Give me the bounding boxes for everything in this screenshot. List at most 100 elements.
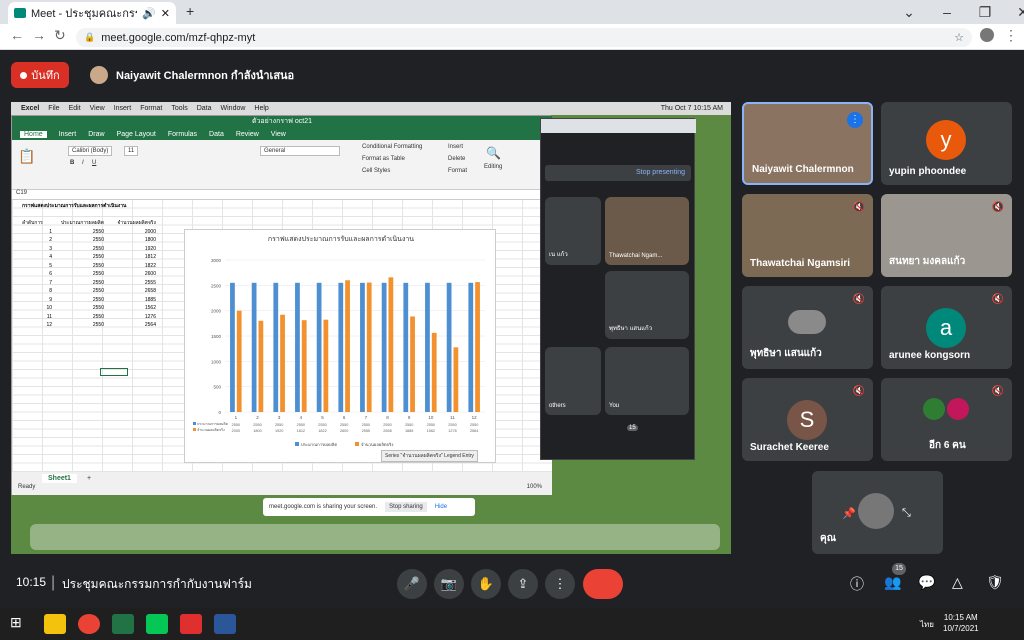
formula-bar[interactable]: C19 [12, 190, 552, 200]
profile-avatar[interactable] [980, 28, 994, 42]
tab-home[interactable]: Home [20, 130, 47, 138]
bar-forecast[interactable] [360, 282, 365, 412]
bar-actual[interactable] [431, 332, 437, 412]
minimize-button[interactable]: – [934, 4, 960, 21]
omnibox[interactable]: 🔒 meet.google.com/mzf-qhpz-myt ☆ [76, 28, 972, 47]
bar-forecast[interactable] [425, 282, 430, 412]
bar-forecast[interactable] [446, 282, 452, 412]
back-icon[interactable]: ← [10, 27, 24, 43]
stop-presenting-button[interactable]: Stop presenting [545, 165, 691, 181]
insert-cells-button[interactable]: Insert [448, 144, 463, 150]
tab-page-layout[interactable]: Page Layout [117, 131, 156, 138]
bar-actual[interactable] [236, 310, 242, 412]
bar-forecast[interactable] [273, 282, 279, 412]
new-tab-button[interactable]: + [186, 3, 194, 19]
delete-cells-button[interactable]: Delete [448, 156, 465, 162]
hide-button[interactable]: Hide [435, 504, 447, 510]
mic-button[interactable]: 🎤 [397, 569, 427, 599]
bar-forecast[interactable] [230, 282, 235, 412]
bar-forecast[interactable] [403, 282, 409, 412]
tab-review[interactable]: Review [236, 131, 259, 138]
bar-actual[interactable] [366, 282, 372, 412]
bar-actual[interactable] [323, 319, 329, 412]
bar-actual[interactable] [258, 320, 264, 412]
camera-button[interactable]: 📷 [434, 569, 464, 599]
tab-draw[interactable]: Draw [88, 131, 104, 138]
bar-forecast[interactable] [295, 282, 300, 412]
bar-forecast[interactable] [316, 282, 322, 412]
font-size-select[interactable]: 11 [124, 146, 139, 156]
present-button[interactable]: ⇪ [508, 569, 538, 599]
tile-naiyawit[interactable]: Naiyawit Chalermnon ⋮ [742, 102, 873, 185]
bar-actual[interactable] [388, 277, 394, 412]
tab-meet[interactable]: Meet - ประชุมคณะกรรมการกำกั 🔊 ✕ [8, 2, 176, 24]
tab-view[interactable]: View [271, 131, 286, 138]
tab-data[interactable]: Data [209, 131, 224, 138]
bar-forecast[interactable] [251, 282, 257, 412]
bar-actual[interactable] [280, 314, 285, 412]
editing-search-icon[interactable]: 🔍 [486, 146, 501, 160]
reload-icon[interactable]: ↻ [54, 27, 66, 44]
add-sheet-icon[interactable]: + [87, 475, 91, 482]
tab-search-icon[interactable]: ⌄ [896, 4, 922, 21]
bar-actual[interactable] [301, 320, 307, 412]
excel-taskbar-icon[interactable] [112, 614, 134, 634]
bar-actual[interactable] [345, 280, 350, 412]
selected-cell[interactable] [100, 368, 128, 376]
bar-actual[interactable] [453, 347, 459, 412]
bar-forecast[interactable] [381, 282, 387, 412]
language-indicator[interactable]: ไทย [920, 618, 934, 631]
bar-chart[interactable]: กราฟแสดงประมาณการรับและผลการดำเนินงาน 05… [184, 229, 496, 463]
file-explorer-icon[interactable] [44, 614, 66, 634]
tile-others[interactable]: 🔇 อีก 6 คน [881, 378, 1012, 461]
browser-menu-icon[interactable]: ⋮ [1004, 27, 1018, 44]
more-options-button[interactable]: ⋮ [545, 569, 575, 599]
forward-icon[interactable]: → [32, 27, 46, 43]
underline-icon[interactable]: U [92, 160, 96, 166]
chrome-icon[interactable] [78, 614, 100, 634]
restore-button[interactable]: ❐ [972, 4, 998, 21]
tile-putthisa[interactable]: 🔇 พุทธิษา แสนแก้ว [742, 286, 873, 369]
tile-sontaya[interactable]: 🔇 สนทยา มงคลแก้ว [881, 194, 1012, 277]
name-box[interactable]: C19 [16, 190, 27, 196]
format-cells-button[interactable]: Format [448, 168, 467, 174]
activities-icon[interactable]: △ [952, 574, 963, 591]
line-icon[interactable] [146, 614, 168, 634]
tile-thawatchai[interactable]: 🔇 Thawatchai Ngamsiri [742, 194, 873, 277]
conditional-formatting-button[interactable]: Conditional Formatting [362, 144, 422, 150]
sheet-tab[interactable]: Sheet1 [42, 473, 77, 483]
word-icon[interactable] [214, 614, 236, 634]
bold-icon[interactable]: B [70, 160, 74, 166]
spreadsheet-grid[interactable]: กราฟแสดงประมาณการรับและผลการดำเนินงาน ลำ… [12, 200, 552, 472]
tile-arunee[interactable]: a 🔇 arunee kongsorn [881, 286, 1012, 369]
font-name-select[interactable]: Calibri (Body) [68, 146, 113, 156]
people-icon[interactable]: 👥 [884, 574, 901, 591]
close-window-button[interactable]: ✕ [1010, 4, 1024, 21]
tab-close-icon[interactable]: ✕ [161, 7, 170, 20]
raise-hand-button[interactable]: ✋ [471, 569, 501, 599]
acrobat-icon[interactable] [180, 614, 202, 634]
format-as-table-button[interactable]: Format as Table [362, 156, 405, 162]
tab-audio-icon[interactable]: 🔊 [142, 7, 156, 20]
number-format-select[interactable]: General [260, 146, 340, 156]
bar-actual[interactable] [475, 282, 480, 412]
tile-yupin[interactable]: y yupin phoondee [881, 102, 1012, 185]
chat-icon[interactable]: 💬 [918, 574, 935, 591]
cell-styles-button[interactable]: Cell Styles [362, 168, 390, 174]
host-controls-icon[interactable]: 🛡 [986, 574, 1004, 591]
shrink-icon[interactable]: ⤡ [902, 507, 911, 520]
leave-call-button[interactable] [583, 569, 623, 599]
paste-icon[interactable]: 📋 [18, 148, 35, 165]
tile-self[interactable]: 📌 ⤡ คุณ [812, 471, 943, 554]
italic-icon[interactable]: I [82, 160, 84, 166]
zoom-level[interactable]: 100% [527, 484, 542, 490]
bookmark-star-icon[interactable]: ☆ [954, 31, 964, 44]
bar-actual[interactable] [410, 316, 415, 412]
stop-sharing-button[interactable]: Stop sharing [385, 502, 427, 512]
bar-forecast[interactable] [338, 282, 344, 412]
tab-formulas[interactable]: Formulas [168, 131, 197, 138]
bar-forecast[interactable] [468, 282, 474, 412]
windows-start-icon[interactable]: ⊞ [10, 614, 22, 631]
pin-icon[interactable]: 📌 [842, 507, 856, 520]
record-button[interactable]: บันทึก [11, 62, 69, 88]
